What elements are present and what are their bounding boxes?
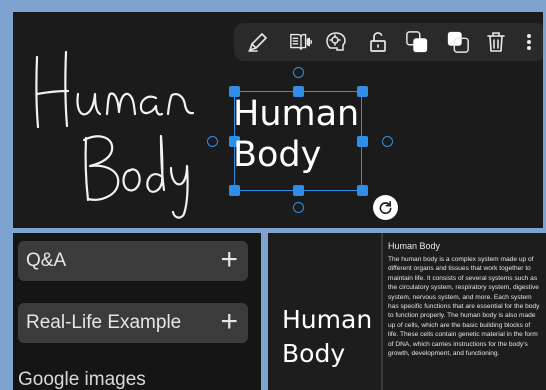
plus-icon[interactable]: + bbox=[220, 305, 238, 339]
qa-label: Q&A bbox=[26, 250, 67, 271]
ai-brain-icon[interactable] bbox=[325, 30, 349, 54]
plus-icon[interactable]: + bbox=[220, 243, 238, 277]
handwritten-text bbox=[35, 50, 195, 219]
send-backward-icon[interactable] bbox=[446, 30, 470, 54]
bottom-resize-handle[interactable] bbox=[293, 202, 304, 213]
edge-handle-bottom[interactable] bbox=[293, 185, 304, 196]
typed-text-line: Human bbox=[233, 94, 360, 134]
pen-icon[interactable] bbox=[246, 30, 270, 54]
unlock-icon[interactable] bbox=[366, 30, 390, 54]
divider bbox=[381, 233, 383, 390]
google-images-heading: Google images bbox=[18, 369, 146, 390]
right-resize-handle[interactable] bbox=[382, 136, 393, 147]
note-body: The human body is a complex system made … bbox=[388, 256, 540, 358]
real-life-example-card[interactable]: Real-Life Example + bbox=[18, 303, 248, 343]
top-resize-handle[interactable] bbox=[293, 67, 304, 78]
canvas-panel[interactable]: Human Body bbox=[13, 12, 543, 228]
note-title-line: Human bbox=[282, 305, 373, 334]
typed-text-line: Body bbox=[233, 135, 322, 175]
object-toolbar bbox=[234, 23, 543, 61]
corner-handle-br[interactable] bbox=[357, 185, 368, 196]
rotate-icon[interactable] bbox=[373, 195, 398, 220]
note-title-line: Body bbox=[282, 339, 346, 368]
more-vert-icon[interactable] bbox=[523, 29, 535, 55]
bring-forward-icon[interactable] bbox=[405, 30, 429, 54]
real-life-example-label: Real-Life Example bbox=[26, 312, 182, 333]
qa-card[interactable]: Q&A + bbox=[18, 241, 248, 281]
read-aloud-icon[interactable] bbox=[289, 30, 313, 54]
trash-icon[interactable] bbox=[484, 30, 508, 54]
left-resize-handle[interactable] bbox=[207, 136, 218, 147]
corner-handle-bl[interactable] bbox=[229, 185, 240, 196]
options-panel: Q&A + Real-Life Example + Google images bbox=[13, 233, 261, 390]
note-title: Human Body bbox=[282, 303, 372, 371]
note-panel: Human Body Human Body The human body is … bbox=[268, 233, 546, 390]
selected-text-box[interactable]: Human Body bbox=[233, 94, 359, 176]
note-heading: Human Body bbox=[388, 241, 441, 251]
